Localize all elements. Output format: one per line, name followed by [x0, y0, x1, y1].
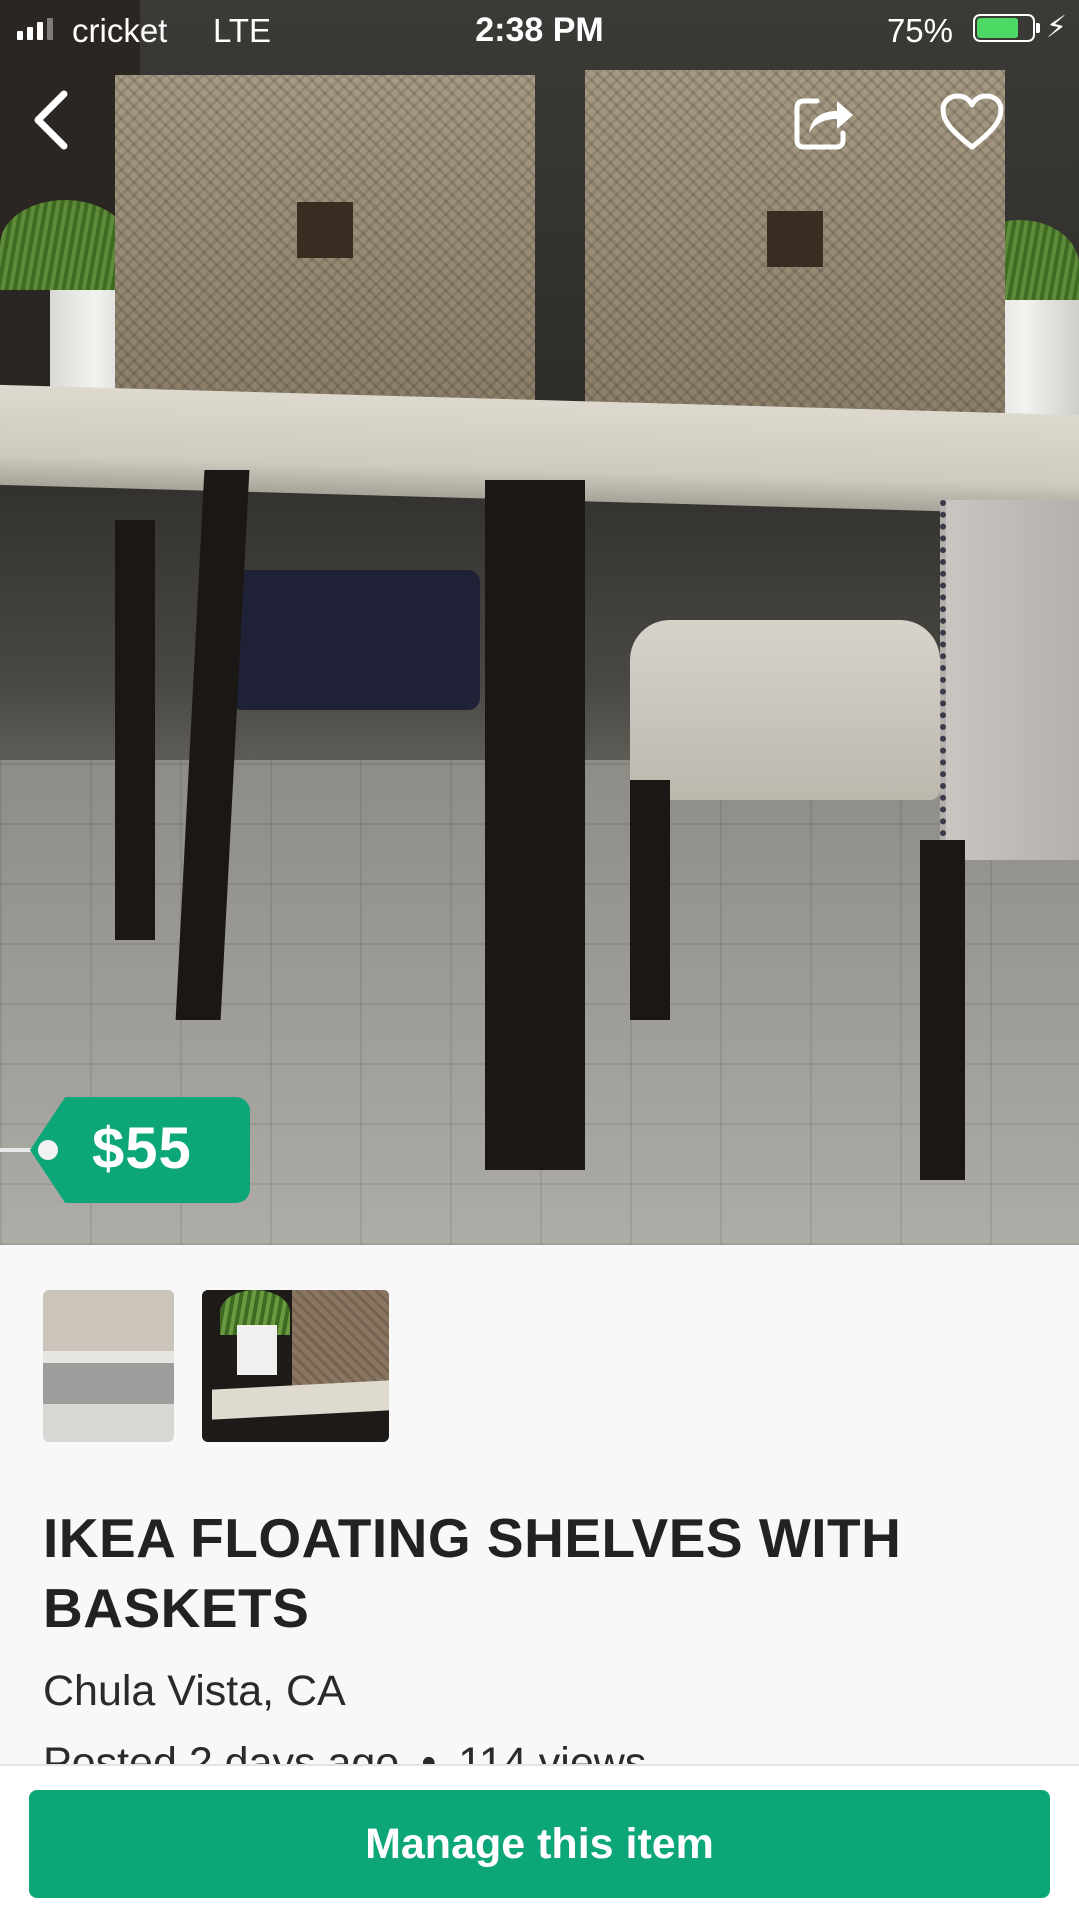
thumb-shelf: [212, 1380, 389, 1420]
photo-table-leg: [485, 480, 585, 1170]
photo-chair-back: [940, 500, 1079, 860]
chevron-left-icon: [34, 90, 68, 150]
photo-chair-seat: [630, 620, 940, 800]
status-bar: cricket LTE 2:38 PM 75% ⚡: [0, 0, 1079, 60]
heart-icon: [940, 93, 1004, 150]
charging-icon: ⚡: [1045, 11, 1067, 44]
share-button[interactable]: [785, 82, 865, 162]
photo-thumbnails: [43, 1290, 389, 1442]
photo-basket: [115, 75, 535, 420]
share-icon: [794, 98, 853, 150]
price-tag-hole: [38, 1140, 58, 1160]
posted-date: Posted 2 days ago: [43, 1739, 400, 1764]
back-button[interactable]: [10, 80, 90, 160]
price: $55: [92, 1116, 192, 1181]
photo-chair-leg: [920, 840, 965, 1180]
photo-plant: [0, 200, 130, 290]
listing-title: IKEA FLOATING SHELVES WITH BASKETS: [43, 1507, 902, 1639]
price-tag: $55: [0, 1097, 250, 1203]
favorite-button[interactable]: [932, 82, 1012, 162]
battery-icon: [973, 14, 1040, 42]
bottom-action-bar: Manage this item: [0, 1764, 1079, 1922]
view-count: 114 views: [458, 1739, 647, 1764]
thumb-basket: [292, 1290, 389, 1390]
listing-photo[interactable]: [0, 0, 1079, 1245]
photo-chair-leg: [115, 520, 155, 940]
listing-location: Chula Vista, CA: [43, 1667, 346, 1715]
manage-item-button[interactable]: Manage this item: [29, 1790, 1050, 1898]
photo-chair-seat: [230, 570, 480, 710]
listing-meta: Posted 2 days ago • 114 views: [43, 1738, 646, 1764]
thumb-pot: [237, 1325, 277, 1375]
thumbnail-1[interactable]: [43, 1290, 174, 1442]
thumbnail-2[interactable]: [202, 1290, 389, 1442]
battery-percent: 75%: [886, 12, 953, 49]
photo-chair-leg: [630, 780, 670, 1020]
meta-separator: •: [421, 1739, 437, 1764]
